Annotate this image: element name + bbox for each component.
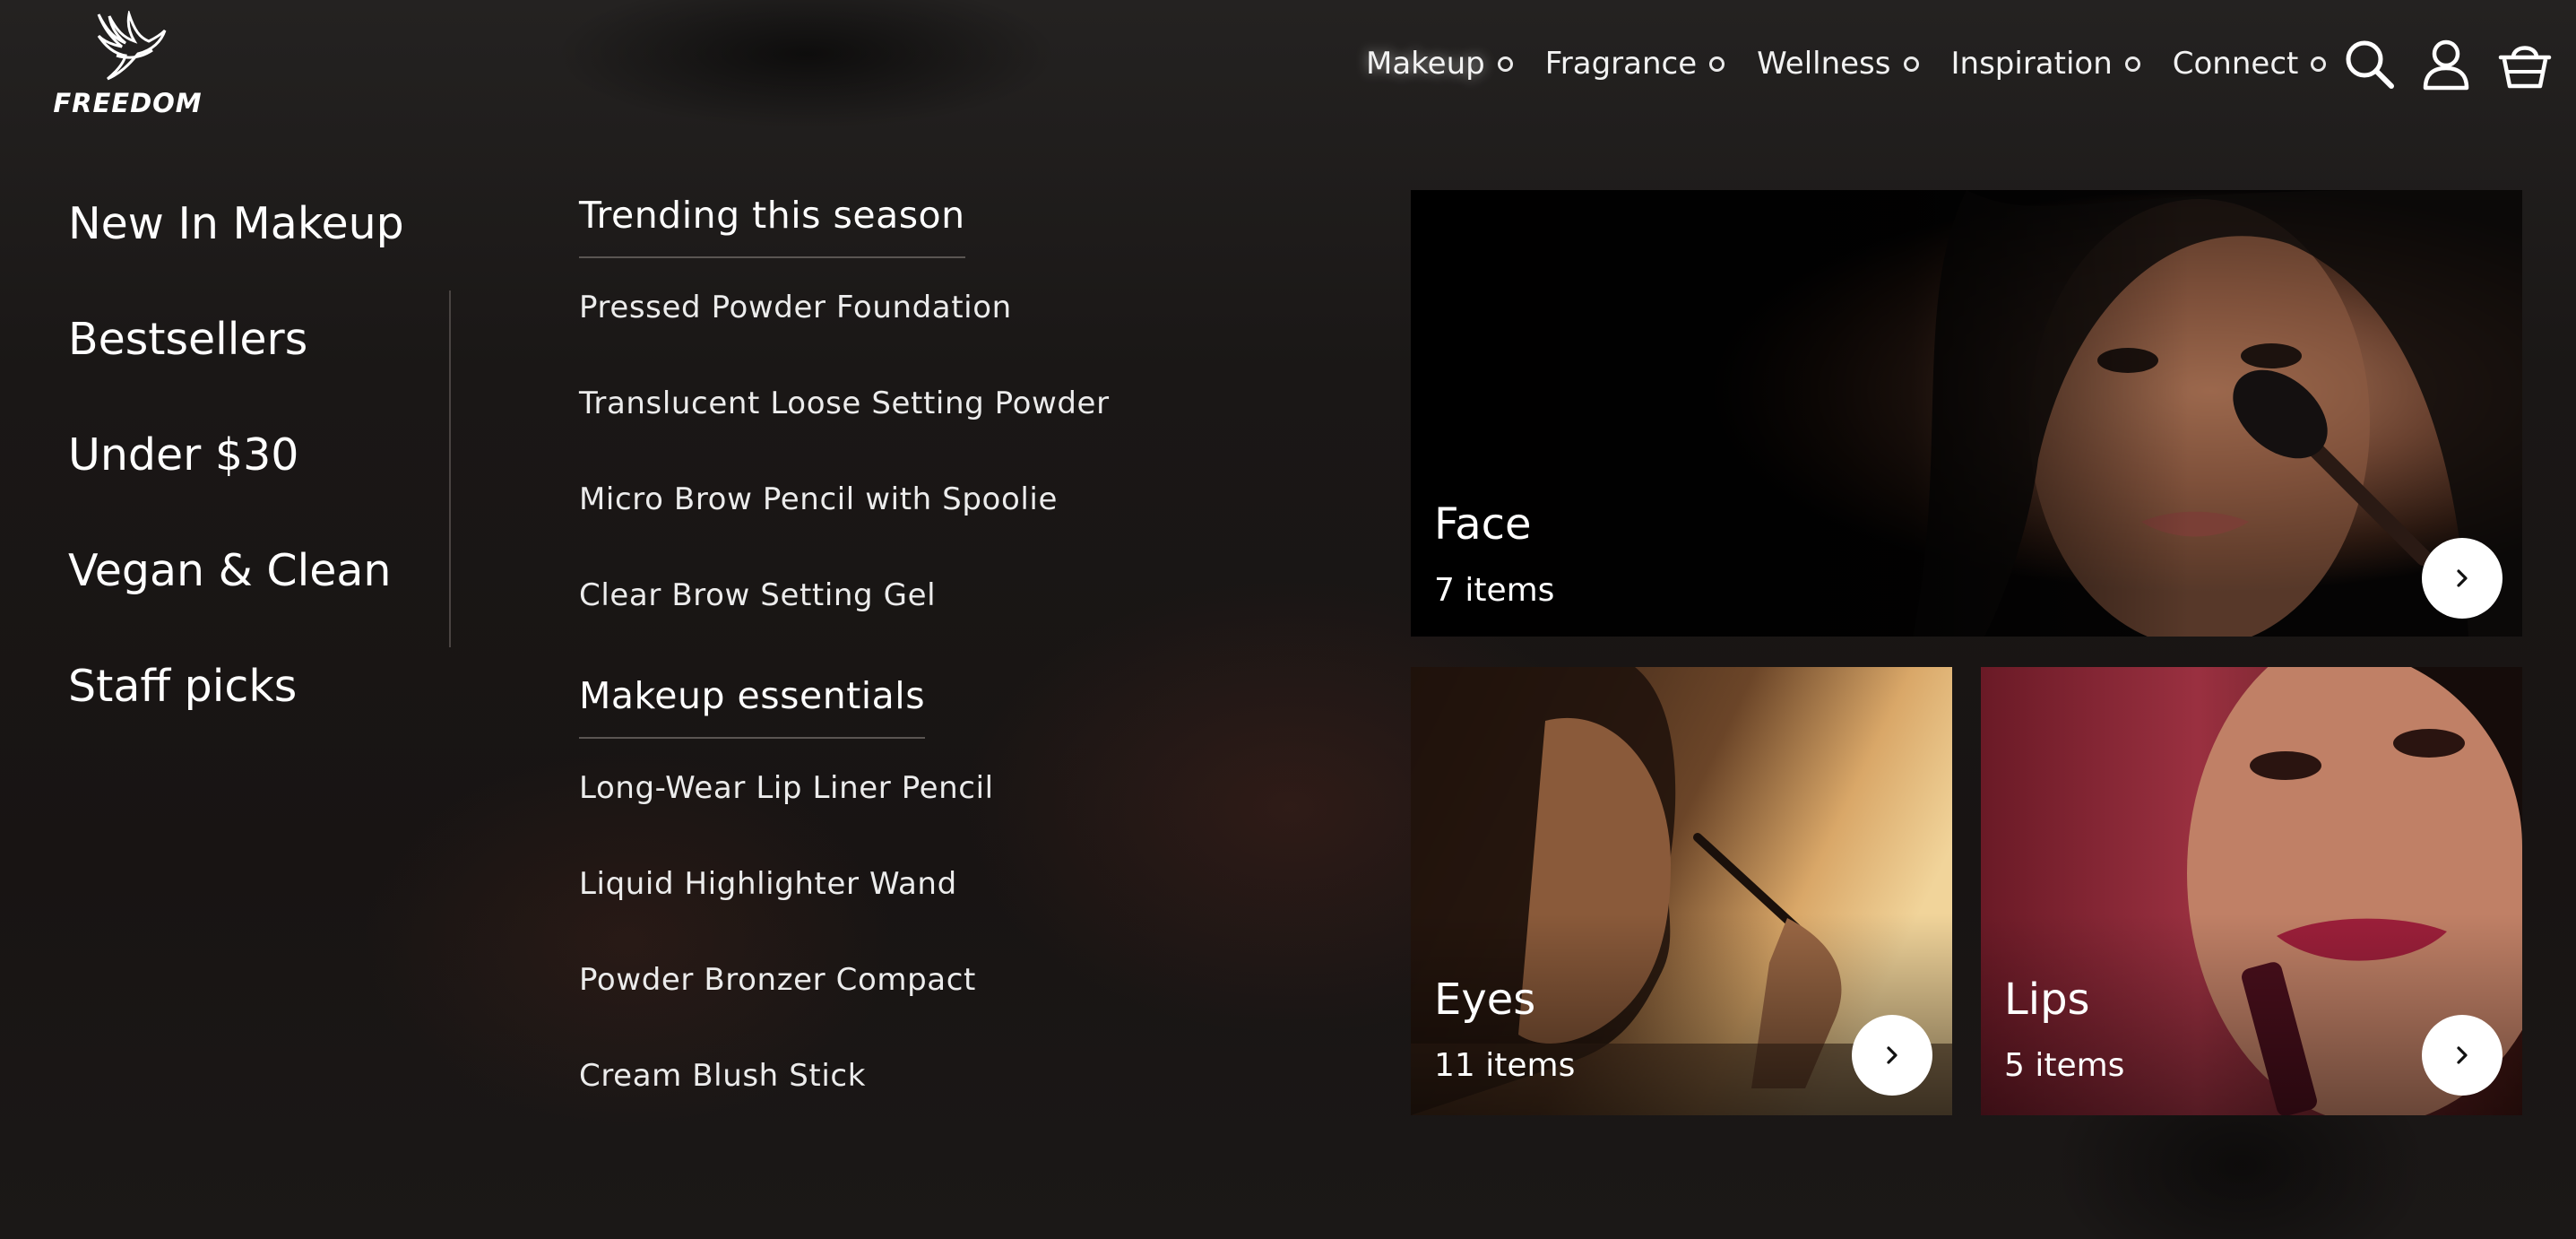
nav-dot-icon: [2311, 56, 2327, 72]
card-title: Face: [1434, 499, 1532, 550]
section-link-list: Pressed Powder Foundation Translucent Lo…: [579, 276, 1296, 660]
menu-link[interactable]: Powder Bronzer Compact: [579, 949, 1296, 1044]
brand-name: FREEDOM: [53, 88, 203, 118]
site-header: FREEDOM Makeup Fragrance Wellness Inspir…: [0, 0, 2576, 130]
menu-link[interactable]: Pressed Powder Foundation: [579, 276, 1296, 372]
search-button[interactable]: [2341, 36, 2397, 91]
menu-link[interactable]: Long-Wear Lip Liner Pencil: [579, 757, 1296, 853]
menu-link[interactable]: Translucent Loose Setting Powder: [579, 372, 1296, 468]
column-divider: [449, 290, 451, 647]
nav-item-label: Connect: [2172, 46, 2299, 82]
section-essentials: Makeup essentials Long-Wear Lip Liner Pe…: [579, 674, 1296, 1140]
nav-item-label: Wellness: [1757, 46, 1891, 82]
quick-link-bestsellers[interactable]: Bestsellers: [68, 311, 404, 427]
nav-item-inspiration[interactable]: Inspiration: [1951, 46, 2140, 82]
category-card-lips[interactable]: Lips 5 items: [1981, 667, 2522, 1115]
basket-button[interactable]: [2497, 36, 2553, 91]
card-title: Lips: [2004, 975, 2090, 1025]
quick-link-new-in-makeup[interactable]: New In Makeup: [68, 195, 404, 311]
nav-dot-icon: [1497, 56, 1513, 72]
bird-logo-icon: [97, 11, 167, 81]
card-item-count: 7 items: [1434, 572, 1555, 609]
nav-dot-icon: [1709, 56, 1725, 72]
card-title: Eyes: [1434, 975, 1536, 1025]
search-icon: [2346, 40, 2394, 89]
lips-arrow-button[interactable]: [2422, 1015, 2503, 1096]
face-model-photo: [1411, 190, 2522, 637]
brand-logo[interactable]: FREEDOM: [45, 11, 211, 118]
menu-link[interactable]: Cream Blush Stick: [579, 1044, 1296, 1140]
menu-link[interactable]: Micro Brow Pencil with Spoolie: [579, 468, 1296, 564]
menu-sections: Trending this season Pressed Powder Foun…: [579, 194, 1296, 1140]
quick-links-list: New In Makeup Bestsellers Under $30 Vega…: [68, 195, 404, 774]
chevron-right-icon: [1887, 1046, 1897, 1064]
chevron-right-icon: [2457, 569, 2468, 587]
account-icon: [2423, 39, 2469, 91]
main-nav: Makeup Fragrance Wellness Inspiration Co…: [1366, 41, 2358, 86]
quick-link-under-30[interactable]: Under $30: [68, 427, 404, 542]
nav-item-makeup[interactable]: Makeup: [1366, 46, 1513, 82]
account-button[interactable]: [2418, 36, 2474, 91]
menu-link[interactable]: Liquid Highlighter Wand: [579, 853, 1296, 949]
nav-dot-icon: [1903, 56, 1919, 72]
quick-link-vegan-clean[interactable]: Vegan & Clean: [68, 542, 404, 658]
nav-item-fragrance[interactable]: Fragrance: [1545, 46, 1725, 82]
menu-link[interactable]: Clear Brow Setting Gel: [579, 564, 1296, 660]
nav-item-label: Makeup: [1366, 46, 1485, 82]
nav-dot-icon: [2124, 56, 2140, 72]
nav-item-wellness[interactable]: Wellness: [1757, 46, 1919, 82]
quick-link-staff-picks[interactable]: Staff picks: [68, 658, 404, 774]
nav-item-label: Fragrance: [1544, 46, 1698, 82]
section-heading: Trending this season: [579, 194, 965, 258]
face-arrow-button[interactable]: [2422, 538, 2503, 619]
eyes-arrow-button[interactable]: [1852, 1015, 1932, 1096]
nav-item-label: Inspiration: [1950, 46, 2113, 82]
basket-icon: [2498, 46, 2552, 89]
section-heading: Makeup essentials: [579, 674, 926, 739]
category-card-eyes[interactable]: Eyes 11 items: [1411, 667, 1952, 1115]
category-card-face[interactable]: Face 7 items: [1411, 190, 2522, 637]
card-item-count: 11 items: [1434, 1047, 1576, 1084]
chevron-right-icon: [2457, 1046, 2468, 1064]
card-item-count: 5 items: [2004, 1047, 2125, 1084]
section-trending: Trending this season Pressed Powder Foun…: [579, 194, 1296, 660]
section-link-list: Long-Wear Lip Liner Pencil Liquid Highli…: [579, 757, 1296, 1140]
nav-item-connect[interactable]: Connect: [2173, 46, 2327, 82]
